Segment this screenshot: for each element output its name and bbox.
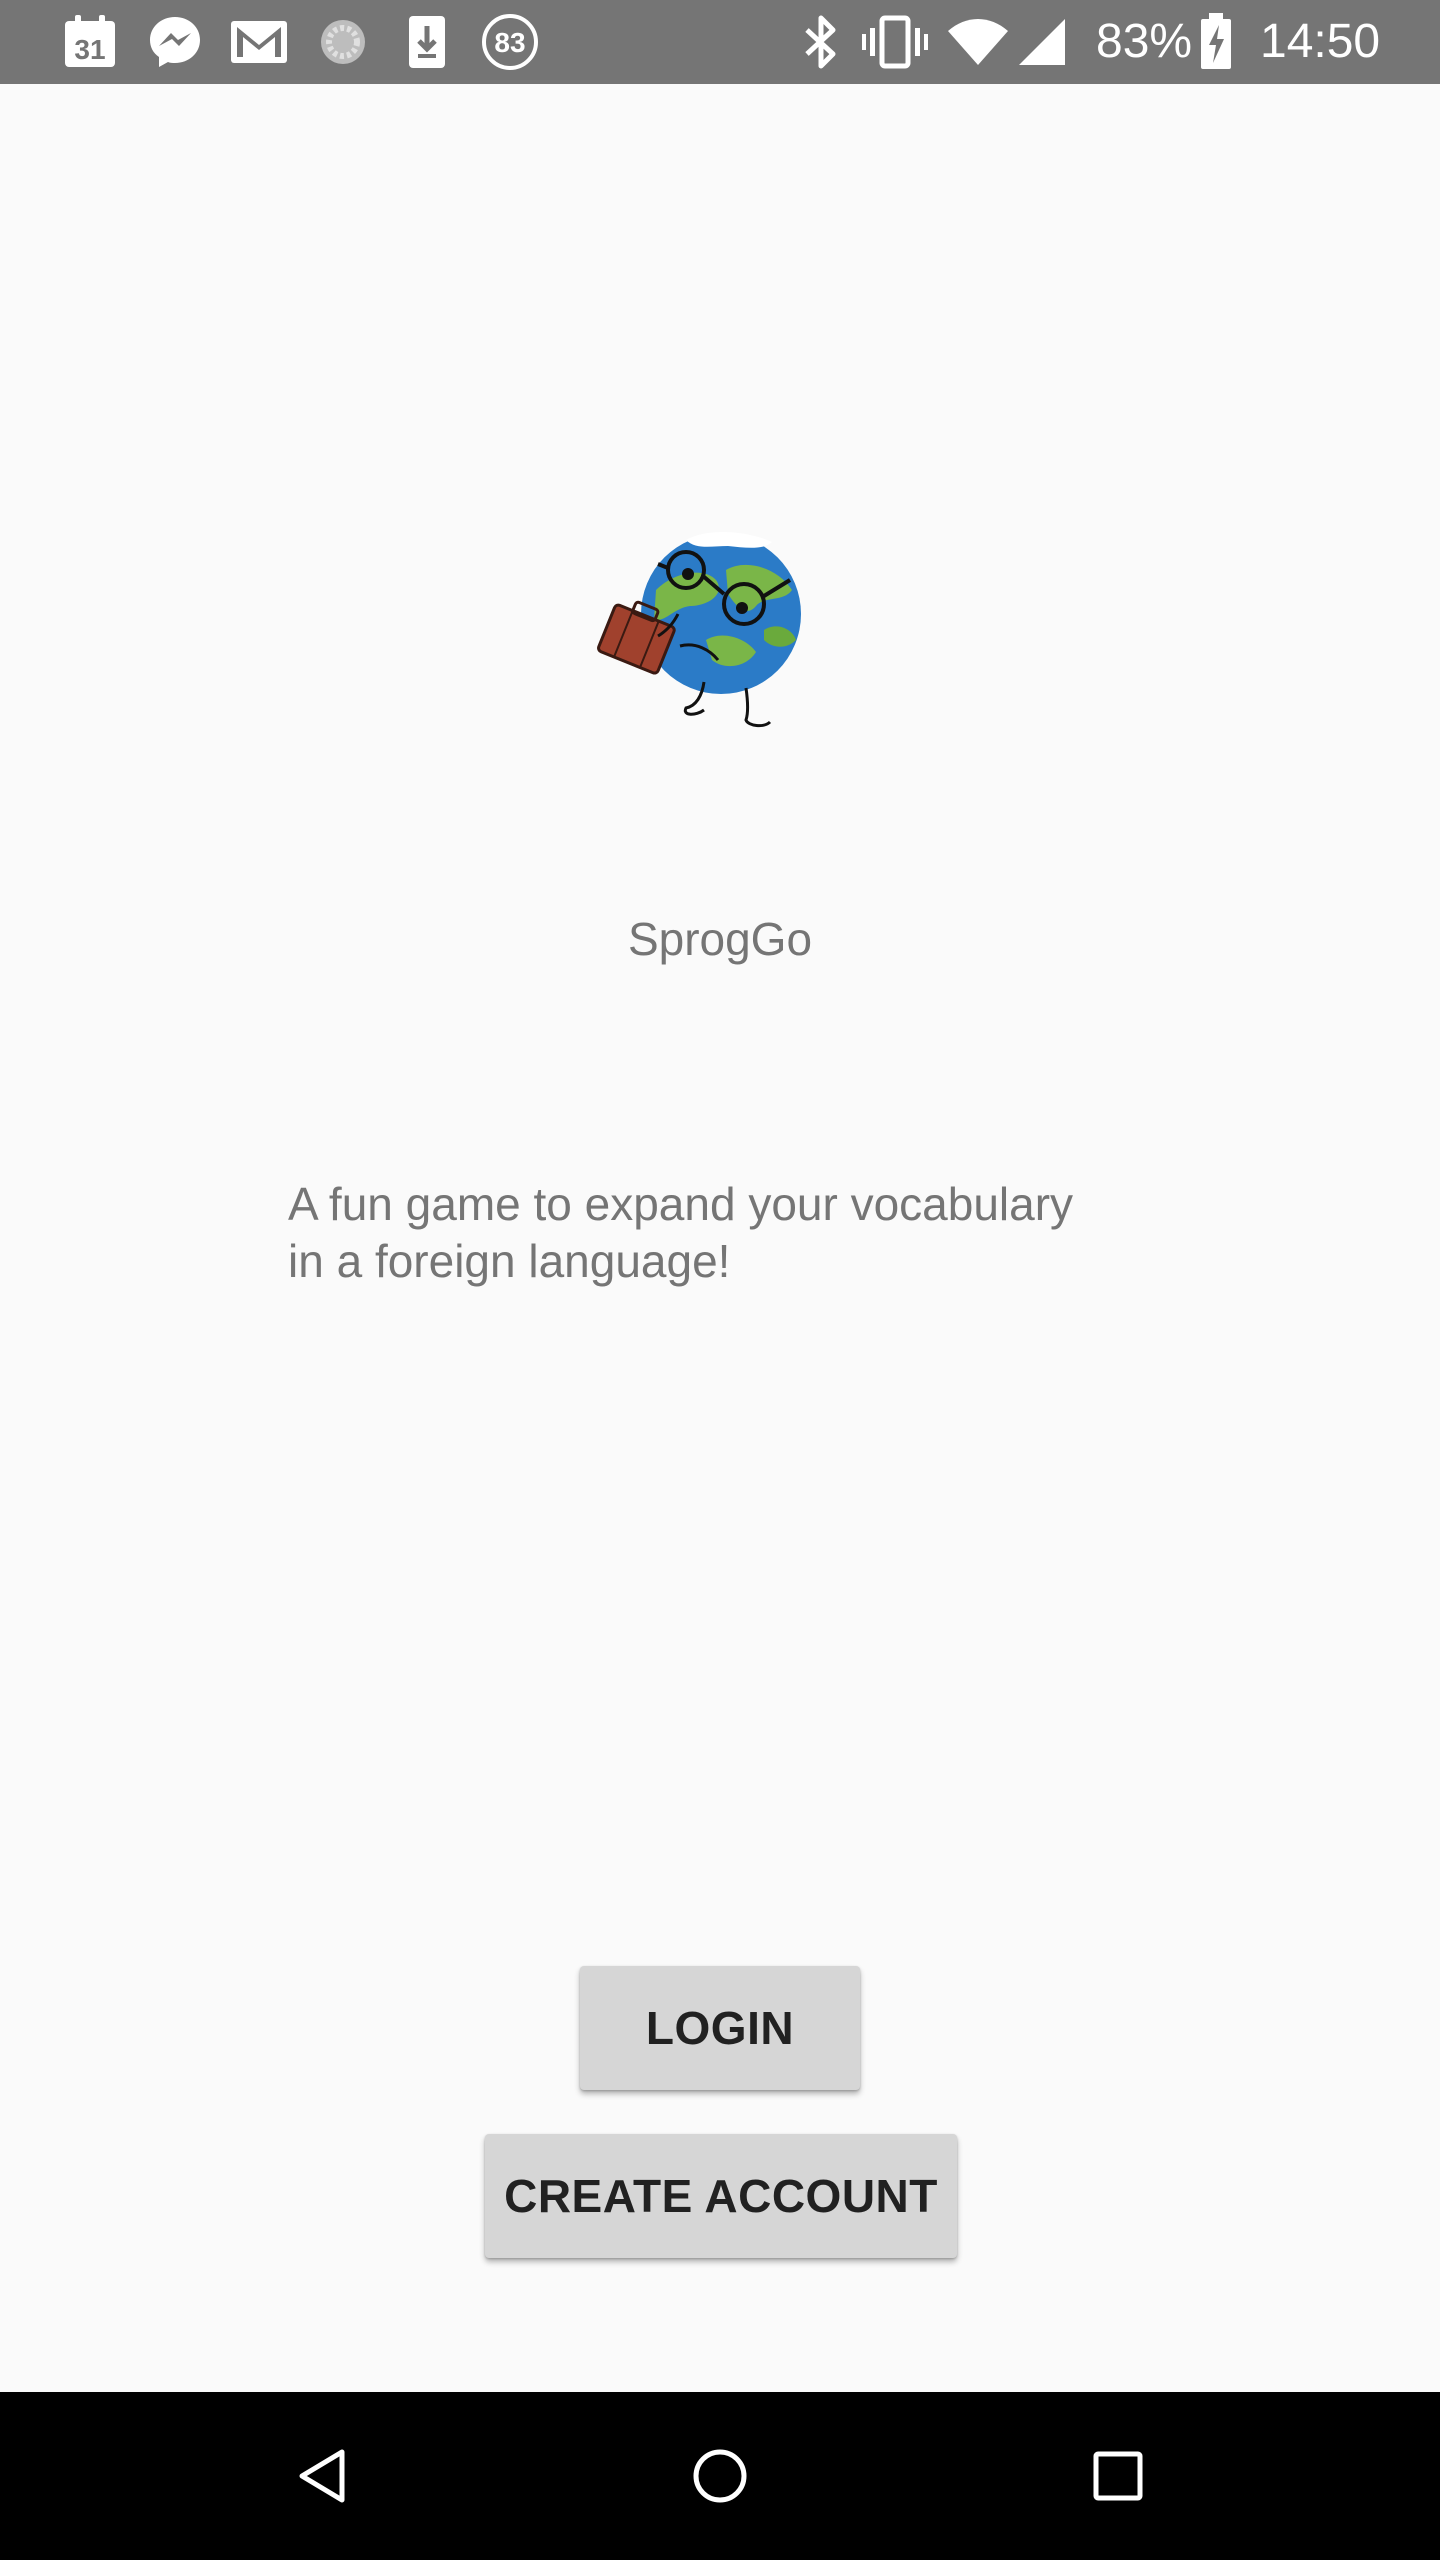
sync-icon	[316, 12, 370, 72]
status-bar: 31 83 83% 14:50	[0, 0, 1440, 84]
recents-icon[interactable]	[1078, 2436, 1158, 2516]
messenger-icon	[146, 12, 204, 72]
badge-83-icon: 83	[478, 12, 542, 72]
bluetooth-icon	[798, 12, 844, 72]
tagline-line-1: A fun game to expand your vocabulary	[288, 1178, 1074, 1230]
badge-count-text: 83	[494, 27, 525, 58]
login-button[interactable]: LOGIN	[580, 1966, 860, 2090]
globe-traveler-logo	[596, 510, 846, 740]
back-icon[interactable]	[282, 2436, 362, 2516]
download-icon	[402, 12, 452, 72]
signal-icon	[1016, 12, 1068, 72]
calendar-day-text: 31	[74, 34, 105, 65]
battery-charging-icon	[1198, 12, 1234, 72]
app-title: SprogGo	[627, 913, 813, 965]
calendar-icon: 31	[62, 12, 118, 72]
app-tagline: A fun game to expand your vocabulary in …	[288, 1176, 1188, 1290]
navigation-bar	[0, 2392, 1440, 2560]
tagline-line-2: in a foreign language!	[288, 1235, 731, 1287]
gmail-icon	[228, 12, 290, 72]
wifi-icon	[946, 12, 1010, 72]
screen: 31 83 83% 14:50 SprogGo A fun game to ex…	[0, 0, 1440, 2560]
home-icon[interactable]	[680, 2436, 760, 2516]
create-account-button[interactable]: CREATE ACCOUNT	[485, 2134, 957, 2258]
vibrate-icon	[862, 12, 928, 72]
clock-text: 14:50	[1260, 15, 1381, 68]
battery-percent-text: 83%	[1096, 15, 1193, 68]
